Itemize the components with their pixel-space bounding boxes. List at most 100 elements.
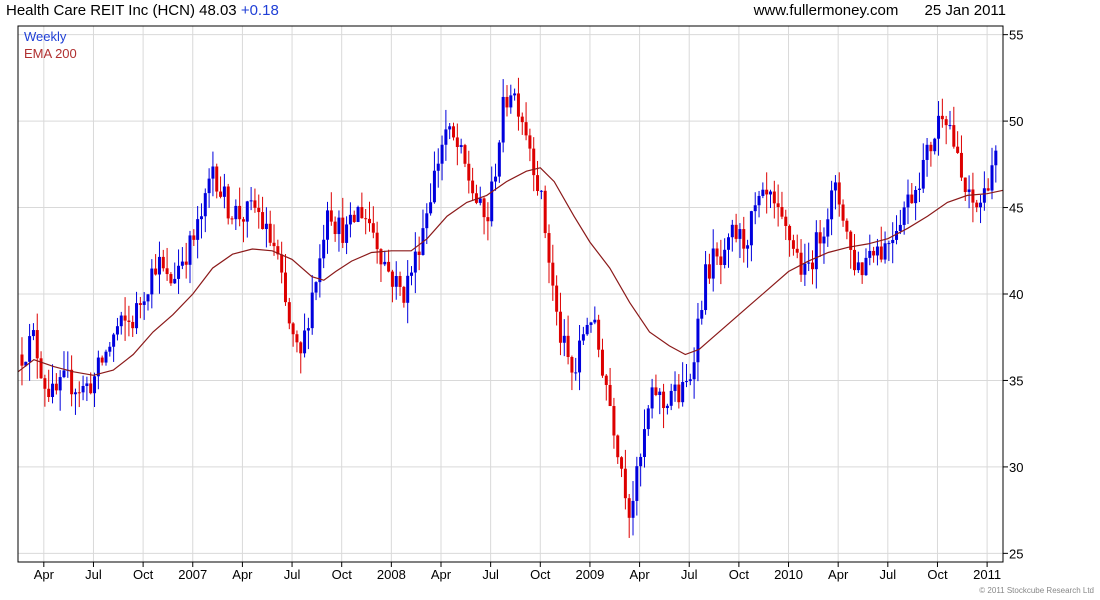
candle-body [127, 320, 131, 322]
candle-body [822, 236, 826, 244]
candle-body [398, 276, 402, 287]
candle-body [589, 322, 593, 325]
candle-body [650, 387, 654, 409]
candle-body [299, 342, 303, 354]
candle-body [669, 390, 673, 406]
candle-body [154, 268, 158, 275]
x-tick-label: 2008 [377, 567, 406, 582]
candle-body [959, 152, 963, 178]
candle-body [929, 144, 933, 152]
candle-body [776, 203, 780, 208]
candle-body [696, 318, 700, 363]
x-tick-label: Jul [482, 567, 499, 582]
candle-body [944, 119, 948, 126]
y-tick-label: 25 [1009, 546, 1023, 561]
candle-body [826, 219, 830, 237]
candle-body [337, 217, 341, 235]
candle-body [940, 115, 944, 120]
candle-body [509, 95, 513, 108]
candle-body [558, 311, 562, 343]
candle-body [413, 251, 417, 273]
x-tick-label: Apr [431, 567, 452, 582]
copyright-notice: © 2011 Stockcube Research Ltd [979, 586, 1094, 595]
candle-body [772, 191, 776, 204]
candle-body [364, 218, 368, 220]
candle-body [119, 315, 123, 327]
candle-body [310, 292, 314, 329]
candle-body [562, 335, 566, 343]
candle-body [348, 214, 352, 225]
y-tick-label: 40 [1009, 287, 1023, 302]
candle-body [868, 250, 872, 258]
x-tick-label: Jul [880, 567, 897, 582]
candle-body [662, 391, 666, 409]
weekly-bars [20, 77, 998, 538]
candle-body [982, 188, 986, 203]
candle-body [811, 262, 815, 270]
candle-body [463, 145, 467, 164]
candle-body [478, 198, 482, 203]
candle-body [222, 186, 226, 197]
candle-body [914, 189, 918, 204]
candle-body [513, 93, 517, 96]
x-tick-label: Jul [85, 567, 102, 582]
candle-body [536, 175, 540, 191]
x-tick-label: Jul [284, 567, 301, 582]
candle-body [283, 272, 287, 303]
candle-body [230, 218, 234, 220]
candle-body [360, 207, 364, 219]
candle-body [803, 263, 807, 275]
candle-body [807, 262, 811, 264]
candle-body [455, 137, 459, 147]
candle-body [85, 383, 89, 386]
candle-body [875, 246, 879, 256]
candle-body [578, 340, 582, 373]
candle-body [157, 256, 161, 275]
y-axis: 25 30 35 40 45 50 55 [1003, 28, 1023, 561]
candle-body [490, 181, 494, 222]
candle-body [608, 384, 612, 407]
y-tick-label: 35 [1009, 373, 1023, 388]
x-tick-label: 2007 [178, 567, 207, 582]
candle-body [765, 189, 769, 195]
candle-body [329, 210, 333, 222]
candle-body [131, 321, 135, 329]
candle-body [780, 207, 784, 217]
x-tick-label: Oct [729, 567, 750, 582]
candle-body [234, 205, 238, 220]
candle-body [104, 351, 108, 363]
candle-body [51, 383, 55, 398]
candle-body [196, 219, 200, 240]
candle-body [241, 219, 245, 222]
x-tick-label: 2011 [973, 567, 1001, 582]
candle-body [620, 457, 624, 469]
candle-body [161, 256, 165, 269]
x-tick-label: 2009 [575, 567, 604, 582]
candle-body [925, 144, 929, 160]
candle-body [402, 286, 406, 303]
candle-body [726, 237, 730, 250]
candle-body [532, 148, 536, 176]
candle-body [990, 165, 994, 191]
candle-body [459, 145, 463, 147]
candle-body [20, 354, 24, 366]
candle-body [891, 239, 895, 244]
x-tick-label: Apr [629, 567, 650, 582]
candle-body [814, 232, 818, 270]
candle-body [711, 248, 715, 279]
candle-body [738, 229, 742, 239]
candle-body [860, 262, 864, 276]
candle-body [123, 315, 127, 321]
candle-body [394, 276, 398, 287]
candle-body [585, 324, 589, 335]
candle-body [287, 302, 291, 324]
candle-body [135, 303, 139, 329]
y-tick-label: 55 [1009, 28, 1023, 43]
candle-body [77, 392, 81, 394]
candle-body [967, 189, 971, 192]
candle-body [28, 336, 32, 362]
candle-body [138, 303, 142, 305]
candle-body [986, 188, 990, 191]
candle-body [555, 285, 559, 312]
candle-body [872, 250, 876, 256]
